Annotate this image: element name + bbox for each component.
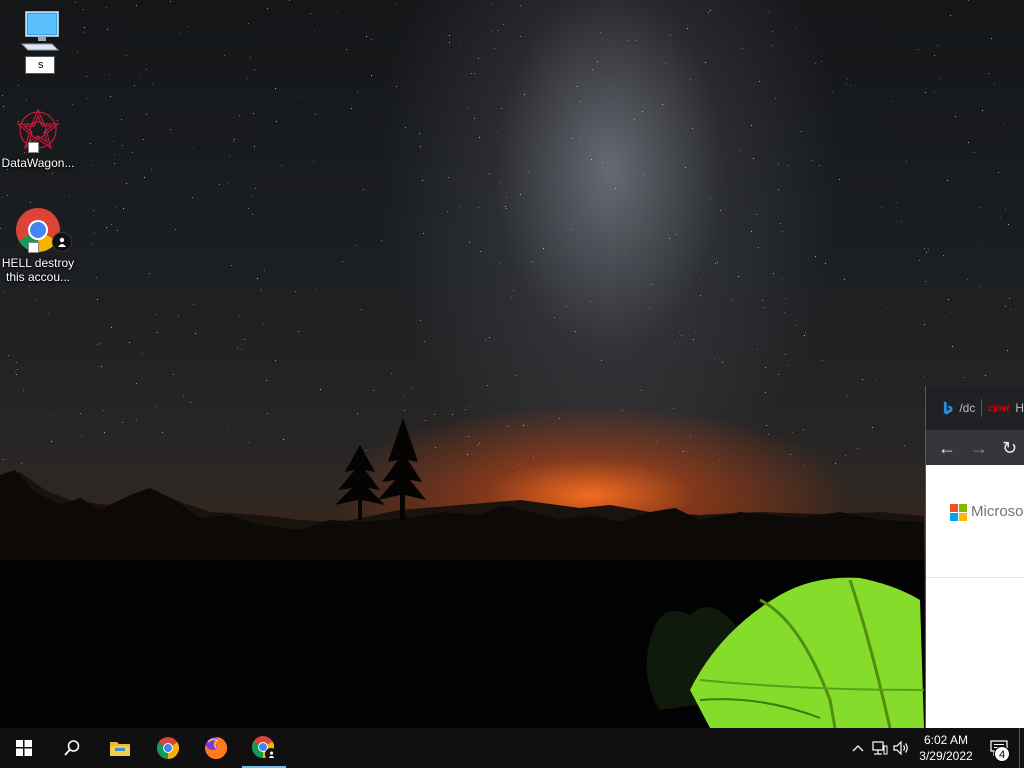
shortcut-arrow-icon xyxy=(28,242,39,253)
firefox-icon xyxy=(205,736,228,759)
taskbar-chrome-profile[interactable] xyxy=(240,728,288,768)
back-button[interactable]: ← xyxy=(938,439,956,457)
tab-separator xyxy=(981,399,983,417)
browser-toolbar: ← → ↻ xyxy=(926,430,1024,465)
desktop-icon-label-line2: this accou... xyxy=(5,270,71,284)
computer-icon xyxy=(20,11,60,51)
network-icon xyxy=(872,741,888,755)
chrome-icon xyxy=(157,737,179,759)
browser-tab-strip: /dc c|net H xyxy=(926,386,1024,430)
browser-window[interactable]: /dc c|net H ← → ↻ Microso xyxy=(925,386,1024,728)
browser-page: Microso xyxy=(926,465,1024,728)
taskbar-clock[interactable]: 6:02 AM 3/29/2022 xyxy=(913,732,979,764)
taskbar: 6:02 AM 3/29/2022 4 xyxy=(0,728,1024,768)
volume-button[interactable] xyxy=(891,728,913,768)
show-hidden-icons-button[interactable] xyxy=(847,728,869,768)
system-tray: 6:02 AM 3/29/2022 4 xyxy=(847,728,1024,768)
bing-icon[interactable] xyxy=(942,400,953,416)
shortcut-arrow-icon xyxy=(28,142,39,153)
desktop-icon-datawagon[interactable]: DataWagon... xyxy=(0,106,76,170)
page-brand-text: Microso xyxy=(971,503,1024,520)
search-icon xyxy=(64,740,80,756)
browser-tab-1[interactable]: /dc xyxy=(959,401,975,415)
search-button[interactable] xyxy=(48,728,96,768)
taskbar-firefox[interactable] xyxy=(192,728,240,768)
clock-time: 6:02 AM xyxy=(923,733,969,747)
show-desktop-button[interactable] xyxy=(1019,728,1024,768)
wallpaper-landscape xyxy=(0,418,925,728)
taskbar-file-explorer[interactable] xyxy=(96,728,144,768)
taskbar-chrome[interactable] xyxy=(144,728,192,768)
profile-avatar-icon xyxy=(265,748,277,760)
start-button[interactable] xyxy=(0,728,48,768)
desktop-icon-this-pc[interactable]: s xyxy=(2,8,78,74)
desktop-icon-label-line1: HELL destroy xyxy=(1,256,75,270)
reload-button[interactable]: ↻ xyxy=(1002,439,1017,457)
notification-count-badge: 4 xyxy=(994,746,1010,762)
browser-tab-2[interactable]: H xyxy=(1015,401,1024,415)
file-explorer-icon xyxy=(110,742,130,756)
forward-button[interactable]: → xyxy=(970,439,988,457)
page-divider xyxy=(926,577,1024,578)
microsoft-logo-icon xyxy=(950,504,967,521)
volume-icon xyxy=(893,741,908,755)
profile-avatar-icon xyxy=(52,232,72,252)
action-center-button[interactable]: 4 xyxy=(979,728,1019,768)
network-button[interactable] xyxy=(869,728,891,768)
cnet-icon[interactable]: c|net xyxy=(988,403,1009,413)
chevron-up-icon xyxy=(852,745,864,752)
rename-input[interactable]: s xyxy=(25,56,55,74)
windows-start-icon xyxy=(16,740,32,756)
desktop-icon-label: DataWagon... xyxy=(1,156,75,170)
desktop-icon-chrome-profile[interactable]: HELL destroy this accou... xyxy=(0,206,76,284)
clock-date: 3/29/2022 xyxy=(919,749,973,763)
